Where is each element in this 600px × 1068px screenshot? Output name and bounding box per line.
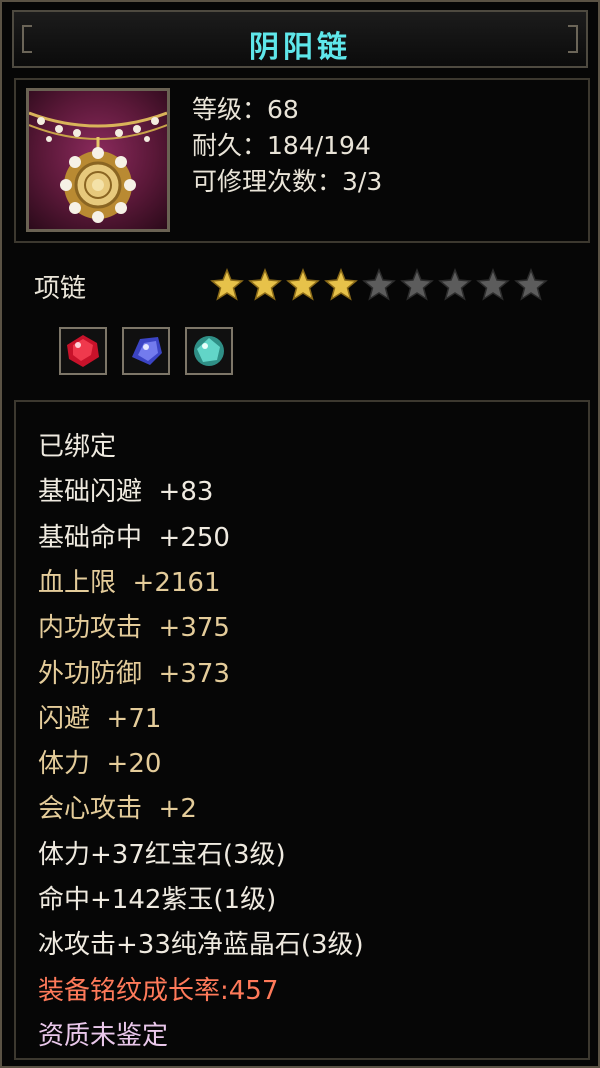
attribute-line: 会心攻击 +2 bbox=[38, 794, 197, 825]
attribute-line: 冰攻击+33纯净蓝晶石(3级) bbox=[38, 930, 364, 961]
star-filled-icon bbox=[248, 268, 282, 301]
attribute-line: 体力 +20 bbox=[38, 749, 162, 780]
star-rating bbox=[210, 268, 548, 304]
star-empty-icon bbox=[476, 268, 510, 301]
item-durability: 耐久：184/194 bbox=[192, 131, 371, 160]
necklace-icon[interactable] bbox=[26, 88, 170, 232]
attribute-list: 已绑定基础闪避 +83 基础命中 +250 血上限 +2161 内功攻击 +375 外功… bbox=[14, 400, 590, 1060]
item-repair-count: 可修理次数：3/3 bbox=[192, 167, 383, 196]
attribute-line: 内功攻击 +375 bbox=[38, 613, 230, 644]
star-filled-icon bbox=[210, 268, 244, 301]
attribute-line: 血上限 +2161 bbox=[38, 567, 221, 598]
star-empty-icon bbox=[400, 268, 434, 301]
attribute-line: 体力+37红宝石(3级) bbox=[38, 839, 286, 870]
amethyst-gem-icon[interactable] bbox=[122, 327, 170, 375]
item-level: 等级：68 bbox=[192, 95, 299, 124]
item-title: 阴阳链 bbox=[249, 30, 351, 65]
attribute-line: 基础命中 +250 bbox=[38, 522, 230, 553]
attribute-line: 资质未鉴定 bbox=[38, 1020, 169, 1051]
attribute-line: 闪避 +71 bbox=[38, 703, 162, 734]
star-filled-icon bbox=[324, 268, 358, 301]
star-empty-icon bbox=[362, 268, 396, 301]
attribute-line: 外功防御 +373 bbox=[38, 658, 230, 689]
ruby-gem-icon[interactable] bbox=[59, 327, 107, 375]
attribute-line: 命中+142紫玉(1级) bbox=[38, 885, 277, 915]
attribute-line: 已绑定 bbox=[38, 432, 117, 462]
item-info: 等级：68 耐久：184/194 可修理次数：3/3 bbox=[192, 92, 382, 200]
item-tooltip-panel: 阴阳链 等级：68 耐久：184/194 可修理次数：3/3 项链 已绑定 基础… bbox=[0, 0, 600, 1068]
title-corner-right bbox=[568, 25, 578, 53]
star-filled-icon bbox=[286, 268, 320, 301]
attribute-line: 装备铭纹成长率:457 bbox=[38, 975, 279, 1006]
blue-crystal-gem-icon[interactable] bbox=[185, 327, 233, 375]
star-empty-icon bbox=[514, 268, 548, 301]
item-header: 等级：68 耐久：184/194 可修理次数：3/3 bbox=[14, 78, 590, 243]
item-type: 项链 bbox=[34, 274, 87, 304]
star-empty-icon bbox=[438, 268, 472, 301]
attribute-line: 基础闪避 +83 bbox=[38, 477, 214, 508]
title-bar: 阴阳链 bbox=[12, 10, 588, 68]
